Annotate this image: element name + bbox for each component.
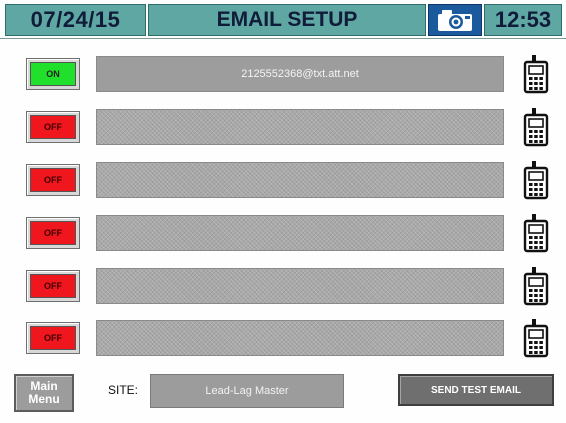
- status-toggle-button[interactable]: ON: [26, 58, 80, 90]
- status-toggle-button[interactable]: OFF: [26, 111, 80, 143]
- status-toggle-label: OFF: [30, 168, 76, 192]
- status-toggle-button[interactable]: OFF: [26, 164, 80, 196]
- recipient-row: OFF: [0, 160, 566, 202]
- recipient-row: OFF: [0, 318, 566, 360]
- email-address-field[interactable]: [96, 215, 504, 251]
- email-setup-screen: 07/24/15 EMAIL SETUP 12:53 ON 2125552368@…: [0, 0, 566, 423]
- status-toggle-label: ON: [30, 62, 76, 86]
- recipient-row: OFF: [0, 266, 566, 308]
- site-name-field[interactable]: Lead-Lag Master: [150, 374, 344, 408]
- status-toggle-button[interactable]: OFF: [26, 270, 80, 302]
- cell-phone-icon[interactable]: [520, 318, 552, 358]
- cell-phone-icon[interactable]: [520, 160, 552, 200]
- email-address-field[interactable]: [96, 268, 504, 304]
- status-toggle-label: OFF: [30, 326, 76, 350]
- recipient-row: OFF: [0, 213, 566, 255]
- recipient-row: OFF: [0, 107, 566, 149]
- email-address-field[interactable]: [96, 162, 504, 198]
- site-label: SITE:: [108, 383, 139, 397]
- email-address-field[interactable]: 2125552368@txt.att.net: [96, 56, 504, 92]
- camera-icon: [438, 10, 472, 31]
- send-test-email-button[interactable]: SEND TEST EMAIL: [398, 374, 554, 406]
- cell-phone-icon[interactable]: [520, 107, 552, 147]
- header-time: 12:53: [484, 4, 562, 36]
- recipient-row: ON 2125552368@txt.att.net: [0, 54, 566, 96]
- email-address-field[interactable]: [96, 109, 504, 145]
- status-toggle-label: OFF: [30, 221, 76, 245]
- status-toggle-label: OFF: [30, 274, 76, 298]
- email-address-field[interactable]: [96, 320, 504, 356]
- status-toggle-label: OFF: [30, 115, 76, 139]
- page-title: EMAIL SETUP: [148, 4, 426, 36]
- main-menu-button[interactable]: Main Menu: [14, 374, 74, 412]
- camera-button[interactable]: [428, 4, 482, 36]
- header-divider: [0, 38, 566, 39]
- cell-phone-icon[interactable]: [520, 266, 552, 306]
- status-toggle-button[interactable]: OFF: [26, 217, 80, 249]
- status-toggle-button[interactable]: OFF: [26, 322, 80, 354]
- header-date: 07/24/15: [5, 4, 146, 36]
- cell-phone-icon[interactable]: [520, 54, 552, 94]
- cell-phone-icon[interactable]: [520, 213, 552, 253]
